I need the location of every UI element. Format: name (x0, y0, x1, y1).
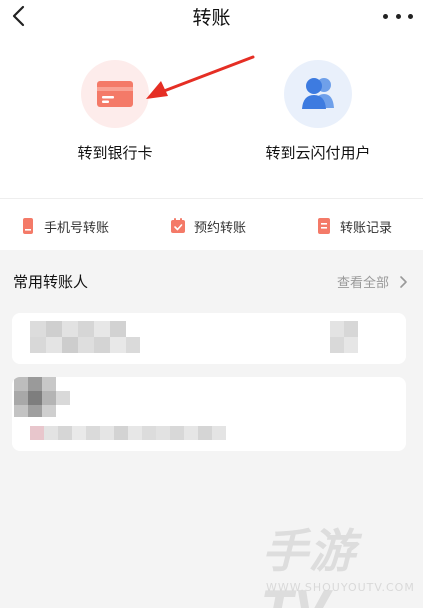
transfer-to-bank-card-label: 转到银行卡 (77, 144, 153, 162)
section-title: 常用转账人 (13, 273, 89, 291)
bank-card-icon (97, 81, 133, 107)
transfer-to-user-button[interactable]: 转到云闪付用户 (233, 60, 403, 170)
scheduled-transfer-label: 预约转账 (194, 220, 247, 236)
payee-card[interactable] (12, 313, 406, 364)
more-dots-icon (383, 13, 388, 19)
blurred-payee-info (30, 321, 358, 353)
blurred-payee-info (14, 377, 226, 440)
calendar-icon (171, 218, 185, 233)
nav-bar: 转账 (0, 0, 423, 34)
transfer-records-label: 转账记录 (340, 220, 393, 236)
divider (0, 198, 423, 199)
watermark-url: WWW.SHOUYOUTV.COM (266, 581, 415, 594)
view-all-label: 查看全部 (336, 276, 389, 291)
scheduled-transfer-button[interactable]: 预约转账 (170, 213, 246, 239)
bank-card-icon-circle (81, 60, 149, 128)
users-icon-circle (284, 60, 352, 128)
payee-card[interactable] (12, 377, 406, 451)
phone-transfer-button[interactable]: 手机号转账 (20, 213, 109, 239)
red-arrow-annotation (146, 55, 255, 99)
transfer-to-user-label: 转到云闪付用户 (265, 144, 371, 162)
view-all-link[interactable]: 查看全部 (337, 272, 409, 291)
watermark-logo: 手游TV (262, 524, 356, 608)
chevron-right-icon (400, 275, 407, 288)
phone-transfer-label: 手机号转账 (44, 220, 110, 236)
more-button[interactable] (383, 10, 413, 22)
transfer-records-button[interactable]: 转账记录 (316, 213, 392, 239)
page-title: 转账 (192, 7, 231, 29)
document-icon (318, 218, 330, 234)
users-icon (302, 78, 334, 109)
phone-icon (23, 218, 33, 234)
watermark: 手游TV WWW.SHOUYOUTV.COM (262, 515, 415, 608)
